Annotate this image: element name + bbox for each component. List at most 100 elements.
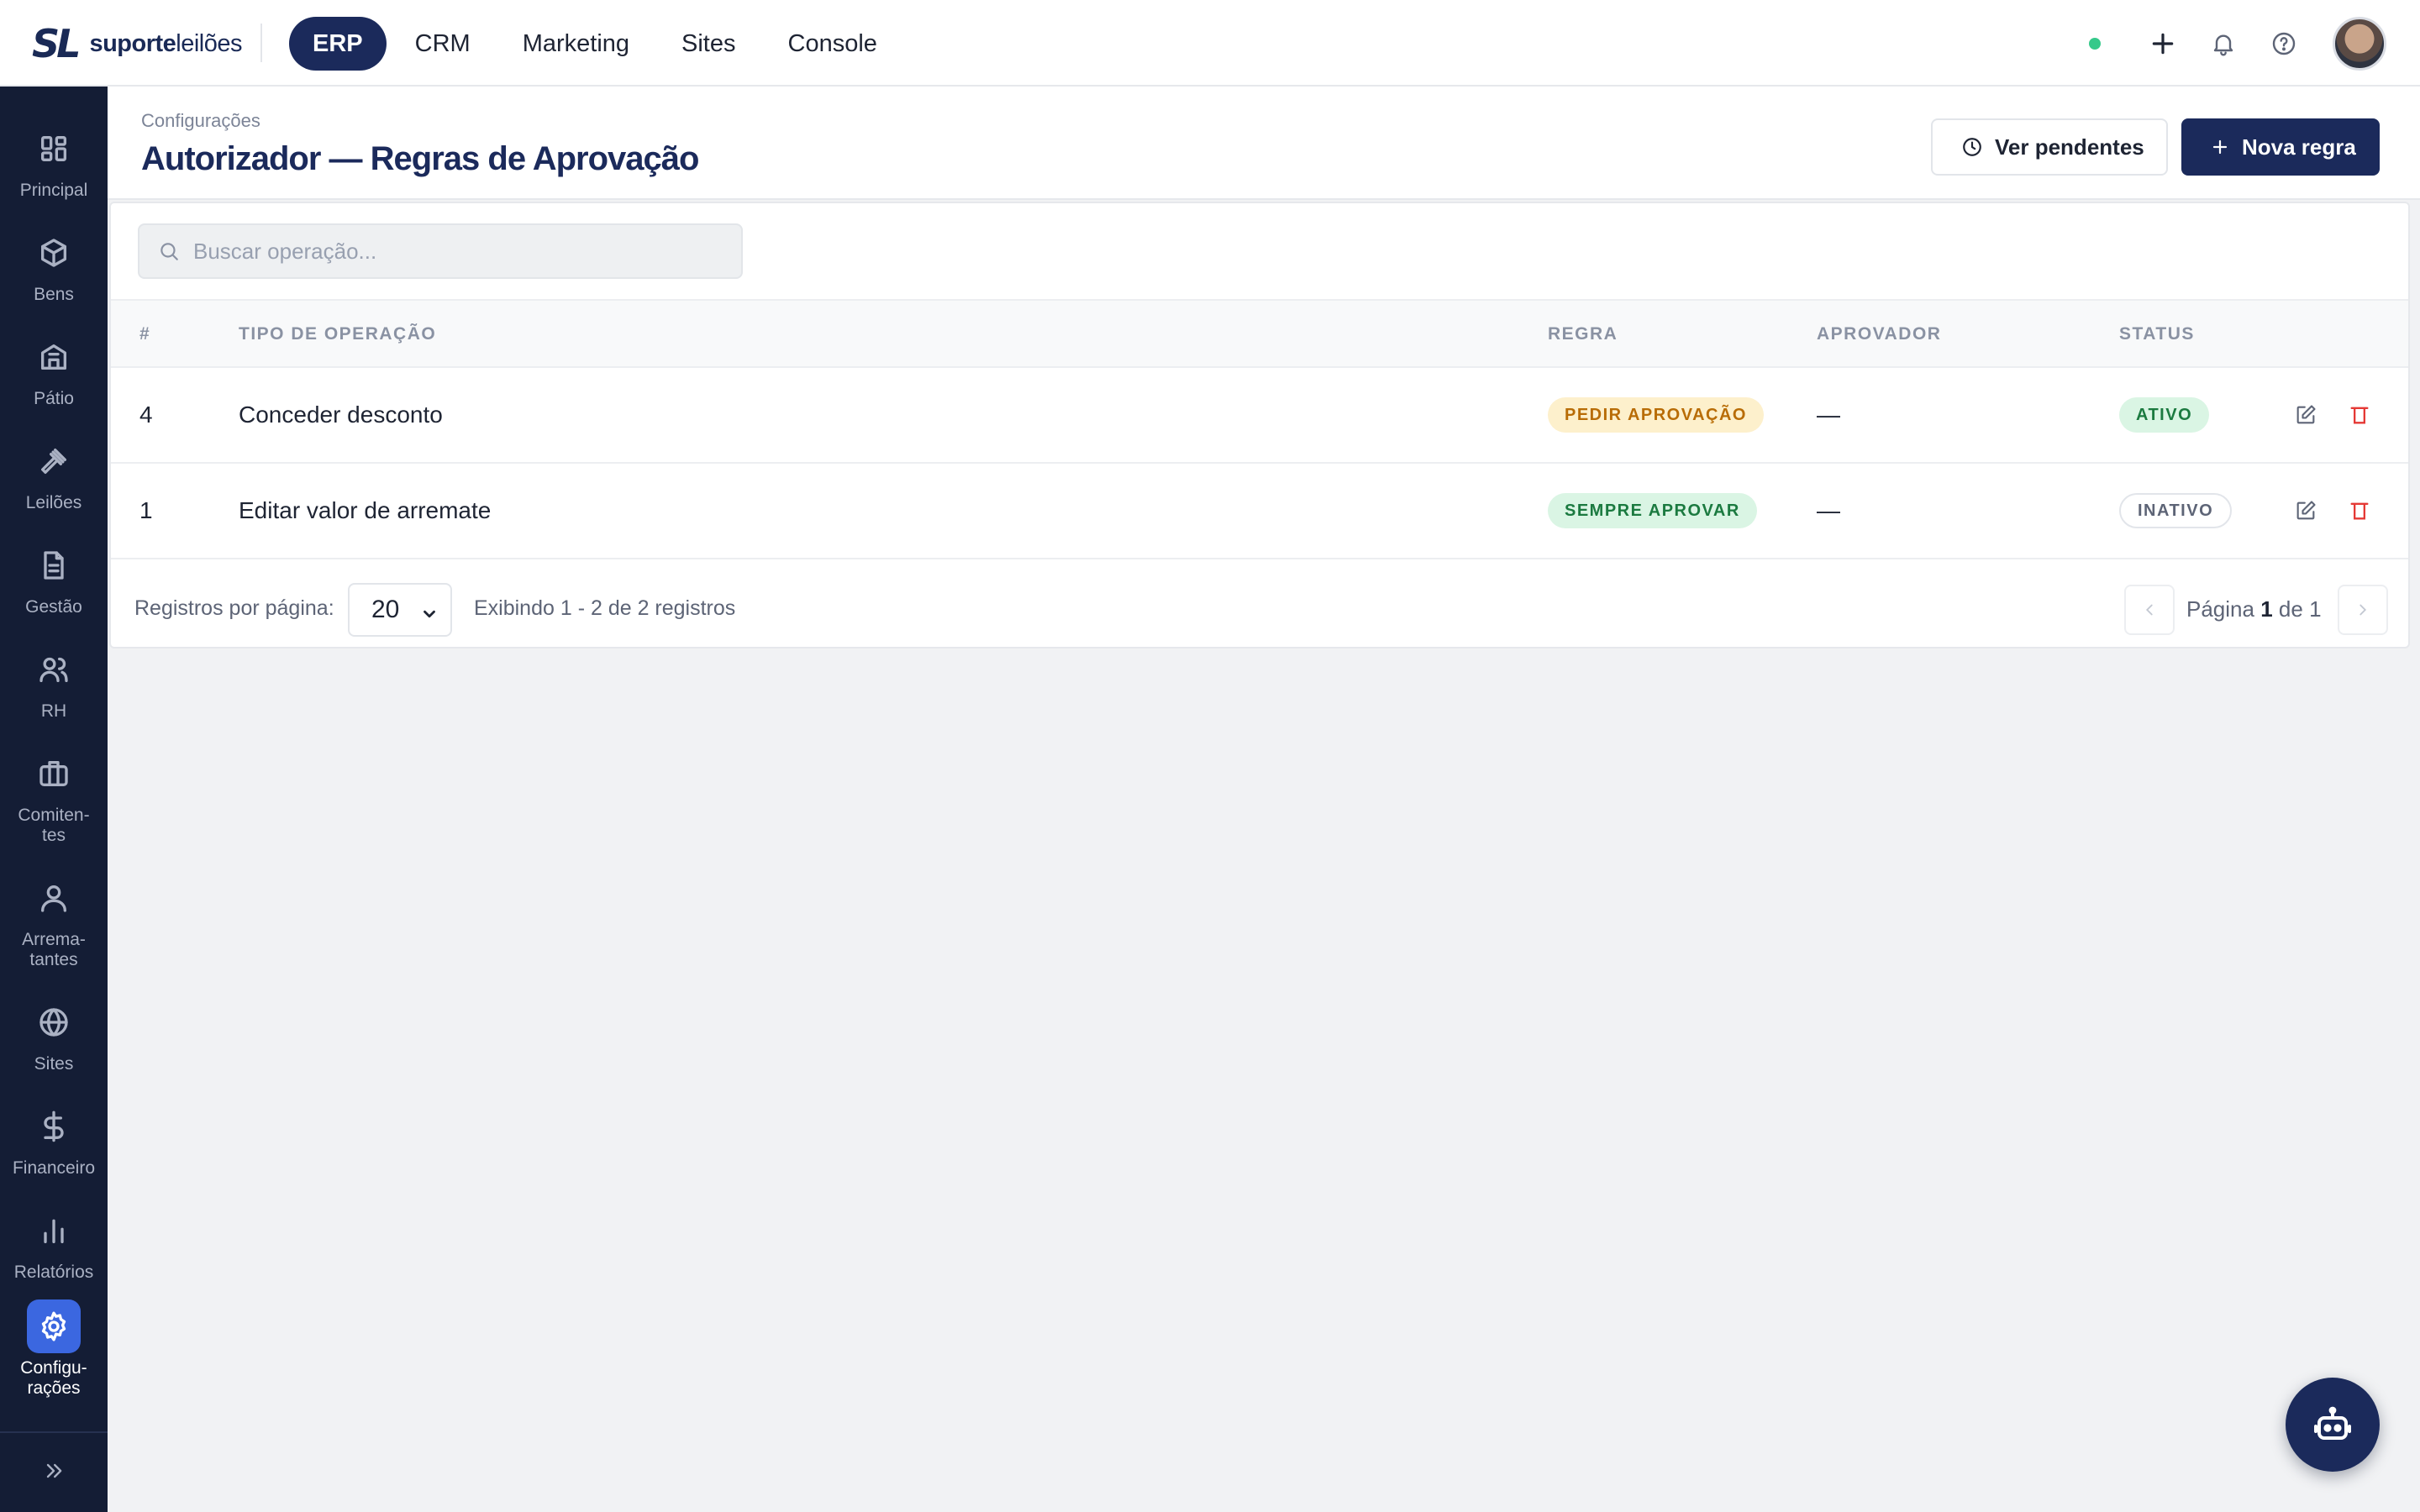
row-operation: Editar valor de arremate bbox=[239, 497, 492, 523]
logo-text: suporteleilões bbox=[89, 29, 243, 57]
sidebar-item-label: Relatórios bbox=[13, 1263, 94, 1282]
sidebar-item-comitentes[interactable]: Comiten- tes bbox=[0, 747, 108, 846]
chevron-right-icon bbox=[2360, 604, 2367, 616]
rule-badge: PEDIR APROVAÇÃO bbox=[1548, 397, 1764, 433]
gear-icon bbox=[27, 1299, 81, 1353]
help-icon[interactable] bbox=[2264, 24, 2304, 64]
bell-icon[interactable] bbox=[2203, 24, 2244, 64]
sidebar-item-financeiro[interactable]: Financeiro bbox=[0, 1100, 108, 1179]
row-id: 4 bbox=[139, 402, 153, 428]
globe-icon bbox=[27, 995, 81, 1049]
sidebar-item-arrematantes[interactable]: Arrema- tantes bbox=[0, 871, 108, 970]
sidebar-item-label: Leilões bbox=[25, 493, 82, 512]
next-page-button[interactable] bbox=[2338, 585, 2388, 635]
page-title: Autorizador — Regras de Aprovação bbox=[141, 140, 699, 177]
chevron-down-icon bbox=[424, 610, 435, 618]
column-header-status[interactable]: STATUS bbox=[2119, 324, 2195, 344]
search-input[interactable] bbox=[193, 238, 731, 265]
sidebar-item-sites[interactable]: Sites bbox=[0, 995, 108, 1074]
logo-divider bbox=[260, 24, 262, 62]
top-nav-erp[interactable]: ERP bbox=[289, 17, 387, 71]
table-row[interactable]: 4 Conceder desconto PEDIR APROVAÇÃO — AT… bbox=[111, 368, 2408, 464]
edit-icon bbox=[2296, 501, 2316, 520]
delete-button[interactable] bbox=[2348, 368, 2371, 462]
sidebar-collapse-button[interactable] bbox=[0, 1431, 108, 1512]
bar-chart-icon bbox=[27, 1204, 81, 1257]
plus-icon[interactable] bbox=[2143, 24, 2183, 64]
document-icon bbox=[27, 538, 81, 592]
column-header-approver[interactable]: APROVADOR bbox=[1817, 324, 1941, 344]
top-nav-console[interactable]: Console bbox=[765, 17, 901, 71]
sidebar-item-leiloes[interactable]: Leilões bbox=[0, 434, 108, 513]
top-actions bbox=[2089, 17, 2386, 71]
sidebar-item-label: Pátio bbox=[34, 389, 74, 408]
pagination-bar: Registros por página: 20 Exibindo 1 - 2 … bbox=[111, 566, 2408, 650]
trash-icon bbox=[2350, 407, 2369, 424]
page-header: Configurações Autorizador — Regras de Ap… bbox=[108, 87, 2420, 200]
robot-icon bbox=[2314, 1406, 2351, 1440]
view-pending-button[interactable]: Ver pendentes bbox=[1931, 118, 2168, 176]
top-nav-crm[interactable]: CRM bbox=[392, 17, 494, 71]
sidebar-item-patio[interactable]: Pátio bbox=[0, 330, 108, 409]
per-page-label: Registros por página: bbox=[134, 596, 334, 620]
new-rule-label: Nova regra bbox=[2242, 134, 2356, 160]
row-operation: Conceder desconto bbox=[239, 402, 443, 428]
column-header-rule[interactable]: REGRA bbox=[1548, 324, 1618, 344]
assistant-bot-button[interactable] bbox=[2286, 1378, 2380, 1472]
sidebar-item-label: Gestão bbox=[25, 597, 82, 617]
sidebar-item-label: Configu- rações bbox=[20, 1358, 87, 1398]
status-cell: ATIVO bbox=[2119, 368, 2210, 462]
gavel-icon bbox=[27, 434, 81, 488]
sidebar-item-bens[interactable]: Bens bbox=[0, 226, 108, 305]
warehouse-icon bbox=[27, 330, 81, 384]
user-avatar[interactable] bbox=[2333, 17, 2386, 71]
sidebar-item-principal[interactable]: Principal bbox=[0, 122, 108, 201]
sidebar-item-label: Principal bbox=[19, 181, 88, 200]
view-pending-label: Ver pendentes bbox=[1995, 134, 2144, 160]
clock-icon bbox=[1963, 138, 1981, 156]
top-nav-sites[interactable]: Sites bbox=[658, 17, 759, 71]
delete-button[interactable] bbox=[2348, 464, 2371, 558]
box-icon bbox=[27, 226, 81, 280]
rule-cell: SEMPRE APROVAR bbox=[1548, 464, 1757, 558]
previous-page-button[interactable] bbox=[2124, 585, 2175, 635]
sidebar-item-label: Sites bbox=[34, 1054, 74, 1074]
sidebar-item-label: RH bbox=[40, 701, 67, 721]
edit-button[interactable] bbox=[2294, 464, 2317, 558]
per-page-value: 20 bbox=[371, 596, 400, 623]
trash-icon bbox=[2350, 502, 2369, 520]
table-row[interactable]: 1 Editar valor de arremate SEMPRE APROVA… bbox=[111, 464, 2408, 559]
dollar-icon bbox=[27, 1100, 81, 1153]
online-status-dot bbox=[2089, 38, 2101, 50]
user-icon bbox=[27, 871, 81, 925]
sidebar-item-rh[interactable]: RH bbox=[0, 643, 108, 722]
sidebar-item-configuracoes[interactable]: Configu- rações bbox=[0, 1299, 108, 1399]
search-box bbox=[138, 223, 743, 279]
top-bar: SL suporteleilões ERP CRM Marketing Site… bbox=[0, 0, 2420, 87]
column-header-operation[interactable]: TIPO DE OPERAÇÃO bbox=[239, 324, 436, 344]
rule-cell: PEDIR APROVAÇÃO bbox=[1548, 368, 1764, 462]
top-nav-marketing[interactable]: Marketing bbox=[499, 17, 653, 71]
edit-icon bbox=[2296, 405, 2316, 424]
rules-card: # TIPO DE OPERAÇÃO REGRA APROVADOR STATU… bbox=[109, 202, 2410, 648]
status-badge: INATIVO bbox=[2119, 493, 2233, 528]
status-badge: ATIVO bbox=[2119, 397, 2210, 433]
sidebar-item-relatorios[interactable]: Relatórios bbox=[0, 1204, 108, 1283]
per-page-select[interactable]: 20 bbox=[348, 583, 452, 637]
chevrons-right-icon bbox=[42, 1459, 66, 1487]
sidebar-item-label: Financeiro bbox=[12, 1158, 96, 1178]
search-icon bbox=[160, 243, 178, 260]
row-approver: — bbox=[1817, 497, 1840, 523]
column-header-id[interactable]: # bbox=[139, 324, 150, 344]
sidebar-item-label: Comiten- tes bbox=[18, 806, 90, 845]
top-nav: ERP CRM Marketing Sites Console bbox=[289, 17, 901, 71]
users-icon bbox=[27, 643, 81, 696]
new-rule-button[interactable]: Nova regra bbox=[2181, 118, 2380, 176]
sidebar-item-label: Bens bbox=[34, 285, 74, 304]
table-header: # TIPO DE OPERAÇÃO REGRA APROVADOR STATU… bbox=[111, 299, 2408, 368]
breadcrumb[interactable]: Configurações bbox=[141, 110, 260, 132]
sidebar-item-gestao[interactable]: Gestão bbox=[0, 538, 108, 617]
row-id: 1 bbox=[139, 497, 153, 523]
edit-button[interactable] bbox=[2294, 368, 2317, 462]
brand-logo[interactable]: SL suporteleilões bbox=[32, 21, 243, 66]
